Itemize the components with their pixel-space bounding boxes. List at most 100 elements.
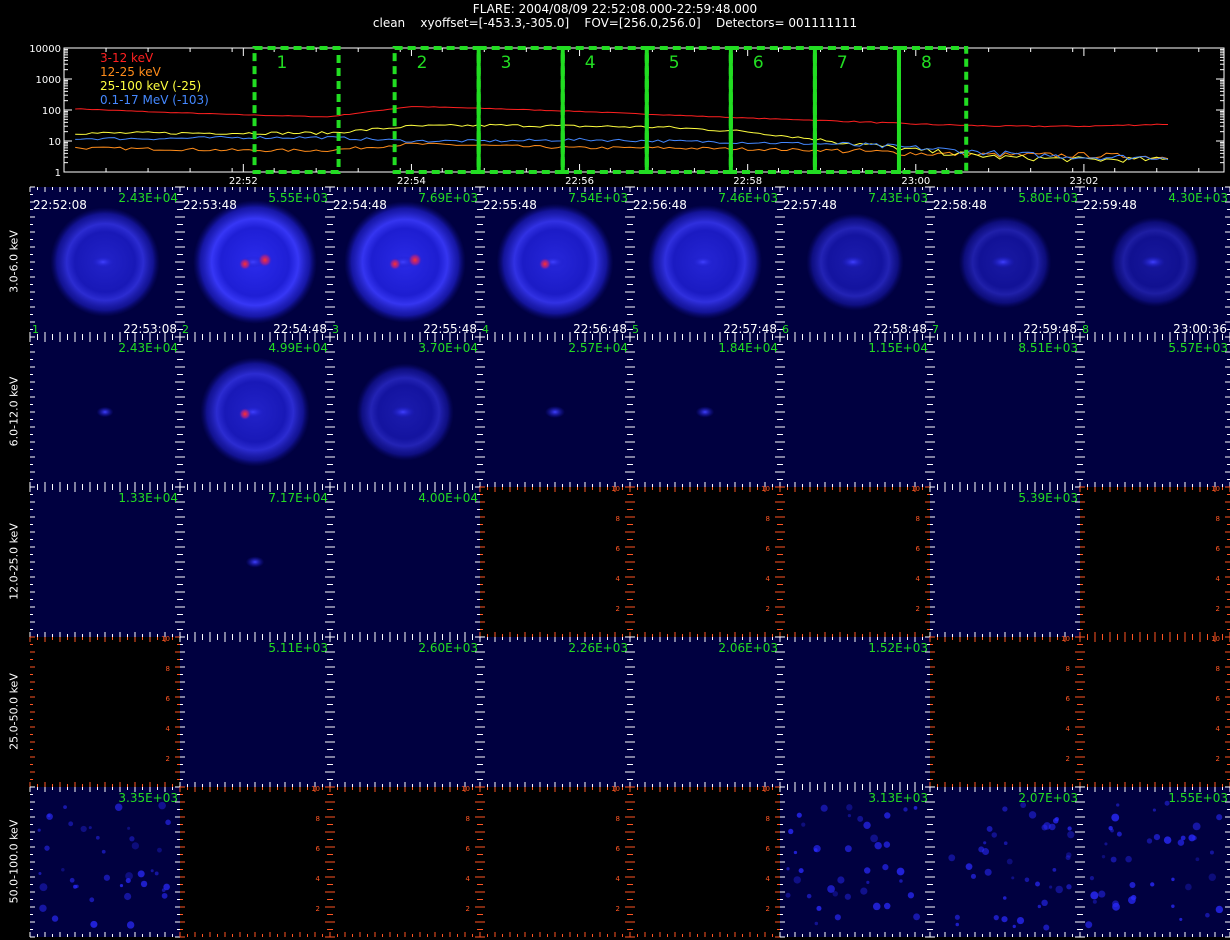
empty-axis-tick-label: 10 <box>761 785 770 793</box>
cell-background <box>780 337 930 487</box>
cell-max-value: 2.26E+03 <box>568 641 628 655</box>
noise-blob <box>970 873 977 879</box>
noise-blob <box>1111 813 1120 822</box>
cell-background <box>180 637 330 787</box>
noise-blob <box>39 883 48 892</box>
cell-background <box>330 787 480 937</box>
cell-end-time: 22:55:48 <box>423 322 477 336</box>
cell-max-value: 1.84E+04 <box>718 341 778 355</box>
noise-blob <box>793 850 798 855</box>
cell-start-time: 22:53:48 <box>183 198 237 212</box>
noise-blob <box>1116 803 1120 807</box>
cell-background <box>780 487 930 637</box>
noise-blob <box>813 845 821 853</box>
cell-end-time: 22:58:48 <box>873 322 927 336</box>
empty-axis-tick-label: 10 <box>611 485 620 493</box>
noise-blob <box>948 854 956 862</box>
empty-axis-tick-label: 2 <box>1216 605 1220 613</box>
cell-background <box>780 637 930 787</box>
cell-max-value: 2.60E+03 <box>418 641 478 655</box>
noise-blob <box>1128 896 1136 904</box>
noise-blob <box>984 868 992 876</box>
noise-blob <box>101 849 106 854</box>
empty-axis-tick-label: 6 <box>616 845 621 853</box>
noise-blob <box>1163 836 1172 844</box>
noise-blob <box>1171 904 1175 908</box>
noise-blob <box>844 845 852 853</box>
cell-max-value: 1.55E+03 <box>1168 791 1228 805</box>
cell-end-time: 22:53:08 <box>123 322 177 336</box>
empty-axis-tick-label: 8 <box>1216 665 1220 673</box>
noise-blob <box>801 822 806 827</box>
noise-blob <box>1146 838 1153 844</box>
noise-blob <box>816 905 822 911</box>
noise-blob <box>47 813 51 818</box>
empty-axis-tick-label: 4 <box>766 575 771 583</box>
noise-blob <box>1006 858 1013 865</box>
noise-blob <box>1052 868 1057 872</box>
noise-blob <box>1216 814 1223 821</box>
empty-axis-tick-label: 10 <box>761 485 770 493</box>
noise-blob <box>863 821 871 830</box>
energy-band-label: 50.0-100.0 keV <box>7 819 21 904</box>
noise-blob <box>978 846 985 853</box>
noise-blob <box>38 872 42 876</box>
noise-blob <box>1090 891 1099 900</box>
empty-axis-tick-label: 4 <box>616 875 621 883</box>
noise-blob <box>1012 924 1016 929</box>
noise-blob <box>866 880 870 884</box>
noise-blob <box>125 878 131 884</box>
noise-blob <box>1101 854 1106 859</box>
empty-axis-tick-label: 8 <box>466 815 470 823</box>
empty-axis-tick-label: 2 <box>466 905 470 913</box>
cell-background <box>30 487 180 637</box>
empty-axis-tick-label: 8 <box>616 815 620 823</box>
hot-spot <box>539 258 551 270</box>
cell-max-value: 2.43E+04 <box>118 191 178 205</box>
empty-axis-tick-label: 4 <box>1216 725 1221 733</box>
cell-max-value: 8.51E+03 <box>1018 341 1078 355</box>
noise-blob <box>846 804 853 811</box>
noise-blob <box>1177 839 1185 846</box>
cell-interval-number: 4 <box>482 323 489 336</box>
noise-blob <box>1035 881 1040 887</box>
empty-axis-tick-label: 10 <box>911 485 920 493</box>
cell-max-value: 4.30E+03 <box>1168 191 1228 205</box>
cell-max-value: 1.15E+04 <box>868 341 928 355</box>
noise-blob <box>1192 822 1201 831</box>
noise-blob <box>1016 916 1025 925</box>
image-grid: 2.43E+04 22:52:08 22:53:08 1 5.55E+03 22:53:4… <box>29 186 1230 938</box>
noise-blob <box>883 902 891 910</box>
noise-blob <box>1153 833 1161 841</box>
noise-blob <box>857 815 864 822</box>
empty-axis-tick-label: 2 <box>616 905 620 913</box>
noise-blob <box>1092 899 1097 904</box>
noise-blob <box>806 893 812 899</box>
noise-blob <box>1043 924 1050 931</box>
noise-blob <box>1043 822 1051 830</box>
source-core <box>691 256 715 268</box>
empty-axis-tick-label: 4 <box>1066 725 1071 733</box>
cell-max-value: 2.06E+03 <box>718 641 778 655</box>
noise-blob <box>131 842 139 850</box>
cell-background <box>930 337 1080 487</box>
noise-blob <box>157 847 162 853</box>
noise-blob <box>1065 855 1071 861</box>
noise-blob <box>161 892 168 899</box>
hot-spot <box>258 253 272 267</box>
empty-axis-tick-label: 4 <box>166 725 171 733</box>
noise-blob <box>1150 882 1155 887</box>
noise-blob <box>51 915 59 922</box>
cell-background <box>1080 637 1230 787</box>
empty-axis-tick-label: 4 <box>1216 575 1221 583</box>
noise-blob <box>129 836 135 842</box>
source-core <box>841 256 865 268</box>
energy-band-label: 3.0-6.0 keV <box>7 230 21 293</box>
noise-blob <box>1179 917 1183 921</box>
noise-blob <box>1052 818 1059 824</box>
cell-start-time: 22:55:48 <box>483 198 537 212</box>
noise-blob <box>1085 921 1093 929</box>
empty-axis-tick-label: 2 <box>316 905 320 913</box>
noise-blob <box>955 922 960 927</box>
noise-blob <box>1116 831 1122 837</box>
